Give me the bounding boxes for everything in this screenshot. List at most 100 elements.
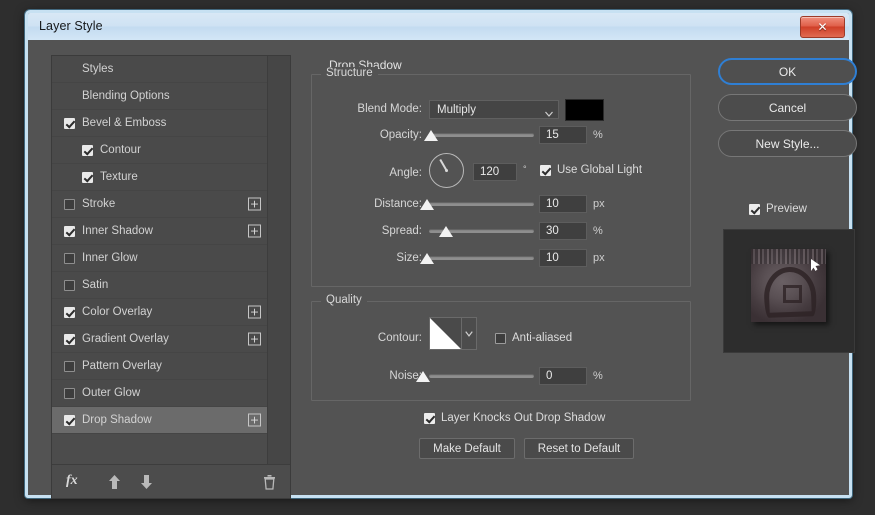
use-global-light-checkbox[interactable]: Use Global Light bbox=[540, 164, 642, 176]
contour-preview[interactable] bbox=[429, 317, 462, 350]
make-default-button[interactable]: Make Default bbox=[419, 438, 515, 459]
spread-unit: % bbox=[593, 225, 603, 237]
reset-to-default-button[interactable]: Reset to Default bbox=[524, 438, 634, 459]
noise-input[interactable]: 0 bbox=[539, 367, 587, 385]
style-row-label: Blending Options bbox=[82, 90, 170, 102]
add-effect-plus-icon[interactable]: + bbox=[248, 306, 261, 319]
styles-scrollbar[interactable] bbox=[267, 56, 290, 464]
angle-dial[interactable] bbox=[429, 153, 464, 188]
add-effect-plus-icon[interactable]: + bbox=[248, 414, 261, 427]
opacity-label: Opacity: bbox=[322, 129, 422, 141]
style-row-bevel-emboss[interactable]: Bevel & Emboss bbox=[52, 110, 268, 137]
opacity-input[interactable]: 15 bbox=[539, 126, 587, 144]
spread-slider-thumb[interactable] bbox=[439, 226, 453, 237]
checkbox-icon[interactable] bbox=[64, 388, 75, 399]
size-slider-track[interactable] bbox=[429, 256, 534, 260]
style-row-drop-shadow[interactable]: Drop Shadow+ bbox=[52, 407, 268, 434]
cancel-button[interactable]: Cancel bbox=[718, 94, 857, 121]
distance-slider-track[interactable] bbox=[429, 202, 534, 206]
layer-style-dialog: Layer Style ✕ Styles Blending Options Beve… bbox=[25, 10, 852, 498]
fx-effects-icon[interactable]: fx bbox=[66, 473, 78, 489]
structure-group-label: Structure bbox=[321, 67, 378, 79]
spread-input[interactable]: 30 bbox=[539, 222, 587, 240]
dialog-title: Layer Style bbox=[39, 19, 103, 33]
arrow-up-icon[interactable] bbox=[107, 474, 122, 490]
chevron-down-icon bbox=[462, 318, 476, 350]
style-row-pattern-overlay[interactable]: Pattern Overlay bbox=[52, 353, 268, 380]
anti-aliased-checkbox[interactable]: Anti-aliased bbox=[495, 332, 572, 344]
noise-unit: % bbox=[593, 370, 603, 382]
checkbox-icon[interactable] bbox=[64, 199, 75, 210]
contour-dropdown-button[interactable] bbox=[462, 317, 477, 350]
distance-input[interactable]: 10 bbox=[539, 195, 587, 213]
checkbox-icon[interactable] bbox=[82, 145, 93, 156]
style-row-label: Pattern Overlay bbox=[82, 360, 162, 372]
checkbox-icon[interactable] bbox=[64, 415, 75, 426]
checkbox-icon bbox=[495, 333, 506, 344]
blend-mode-select[interactable]: Multiply bbox=[429, 100, 559, 119]
add-effect-plus-icon[interactable]: + bbox=[248, 225, 261, 238]
style-row-contour[interactable]: Contour bbox=[52, 137, 268, 164]
preview-label: Preview bbox=[766, 203, 807, 215]
checkbox-icon[interactable] bbox=[64, 307, 75, 318]
preview-square-shape bbox=[783, 285, 802, 303]
dialog-body: Styles Blending Options Bevel & Emboss Cont… bbox=[28, 40, 849, 495]
checkbox-icon[interactable] bbox=[64, 280, 75, 291]
style-row-gradient-overlay[interactable]: Gradient Overlay+ bbox=[52, 326, 268, 353]
use-global-light-label: Use Global Light bbox=[557, 164, 642, 176]
checkbox-icon[interactable] bbox=[64, 118, 75, 129]
style-row-inner-glow[interactable]: Inner Glow bbox=[52, 245, 268, 272]
style-row-stroke[interactable]: Stroke+ bbox=[52, 191, 268, 218]
opacity-slider-track[interactable] bbox=[429, 133, 534, 137]
noise-slider-thumb[interactable] bbox=[416, 371, 430, 382]
noise-slider-track[interactable] bbox=[429, 374, 534, 378]
checkbox-icon[interactable] bbox=[64, 361, 75, 372]
checkbox-icon[interactable] bbox=[64, 226, 75, 237]
style-row-color-overlay[interactable]: Color Overlay + bbox=[52, 299, 268, 326]
dialog-titlebar[interactable]: Layer Style ✕ bbox=[28, 13, 849, 40]
size-input[interactable]: 10 bbox=[539, 249, 587, 267]
preview-thumbnail bbox=[723, 229, 855, 353]
blend-mode-label: Blend Mode: bbox=[322, 103, 422, 115]
close-button[interactable]: ✕ bbox=[800, 16, 845, 38]
opacity-slider-thumb[interactable] bbox=[424, 130, 438, 141]
checkbox-icon[interactable] bbox=[64, 253, 75, 264]
structure-group: Structure Blend Mode: Multiply Opacity: … bbox=[311, 74, 691, 287]
checkbox-icon bbox=[424, 413, 435, 424]
arrow-down-icon[interactable] bbox=[139, 474, 154, 490]
checkbox-icon[interactable] bbox=[82, 172, 93, 183]
style-row-texture[interactable]: Texture bbox=[52, 164, 268, 191]
layer-knocks-out-checkbox[interactable]: Layer Knocks Out Drop Shadow bbox=[424, 412, 605, 424]
quality-group-label: Quality bbox=[321, 294, 367, 306]
distance-slider-thumb[interactable] bbox=[420, 199, 434, 210]
style-row-blending-options[interactable]: Blending Options bbox=[52, 83, 268, 110]
trash-icon[interactable] bbox=[263, 474, 276, 490]
checkbox-icon[interactable] bbox=[64, 334, 75, 345]
style-row-label: Outer Glow bbox=[82, 387, 140, 399]
style-row-label: Color Overlay bbox=[82, 306, 152, 318]
style-row-inner-shadow[interactable]: Inner Shadow+ bbox=[52, 218, 268, 245]
checkbox-icon bbox=[540, 165, 551, 176]
style-row-satin[interactable]: Satin bbox=[52, 272, 268, 299]
size-slider-thumb[interactable] bbox=[420, 253, 434, 264]
styles-list: Styles Blending Options Bevel & Emboss Cont… bbox=[52, 56, 268, 464]
add-effect-plus-icon[interactable]: + bbox=[248, 333, 261, 346]
angle-input[interactable]: 120 bbox=[473, 163, 517, 181]
style-row-label: Texture bbox=[100, 171, 138, 183]
style-row-label: Inner Glow bbox=[82, 252, 138, 264]
distance-value: 10 bbox=[546, 198, 559, 210]
quality-group: Quality Contour: Anti-aliased bbox=[311, 301, 691, 401]
preview-checkbox[interactable]: Preview bbox=[749, 203, 807, 215]
new-style-button[interactable]: New Style... bbox=[718, 130, 857, 157]
style-row-outer-glow[interactable]: Outer Glow bbox=[52, 380, 268, 407]
add-effect-plus-icon[interactable]: + bbox=[248, 198, 261, 211]
angle-label: Angle: bbox=[322, 167, 422, 179]
shadow-color-swatch[interactable] bbox=[565, 99, 604, 121]
style-row-label: Contour bbox=[100, 144, 141, 156]
distance-unit: px bbox=[593, 198, 605, 210]
style-row-styles[interactable]: Styles bbox=[52, 56, 268, 83]
ok-button[interactable]: OK bbox=[718, 58, 857, 85]
spread-label: Spread: bbox=[322, 225, 422, 237]
anti-aliased-label: Anti-aliased bbox=[512, 332, 572, 344]
spread-value: 30 bbox=[546, 225, 559, 237]
